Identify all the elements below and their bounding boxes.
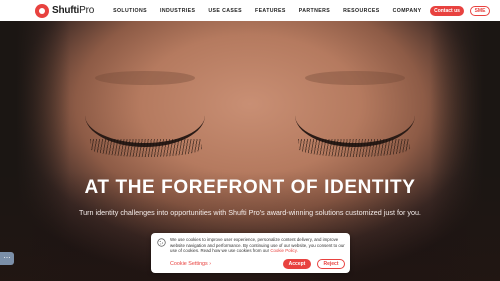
cookie-settings-link[interactable]: Cookie Settings › — [170, 261, 211, 267]
logo-brand: Shufti — [52, 5, 80, 16]
header-actions: Contact us SME — [430, 5, 490, 16]
hero-title: AT THE FOREFRONT OF IDENTITY — [84, 177, 416, 198]
chat-icon: ⋯ — [3, 255, 11, 262]
accept-button[interactable]: Accept — [283, 259, 311, 269]
logo-mark-icon — [35, 3, 49, 18]
cookie-message-text: We use cookies to improve user experienc… — [170, 237, 345, 254]
sme-button[interactable]: SME — [470, 5, 490, 16]
contact-us-button[interactable]: Contact us — [430, 5, 464, 16]
cookie-message: We use cookies to improve user experienc… — [170, 237, 346, 254]
cookie-icon — [157, 238, 166, 247]
cookie-policy-link[interactable]: Cookie Policy. — [270, 248, 298, 253]
nav-company[interactable]: COMPANY — [393, 8, 422, 14]
reject-button[interactable]: Reject — [317, 259, 345, 269]
cookie-settings-label: Cookie Settings — [170, 261, 208, 267]
cookie-banner: We use cookies to improve user experienc… — [151, 233, 350, 273]
logo[interactable]: ShuftiPro — [35, 3, 94, 18]
main-nav: SOLUTIONS INDUSTRIES USE CASES FEATURES … — [113, 8, 421, 14]
nav-partners[interactable]: PARTNERS — [299, 8, 330, 14]
logo-text: ShuftiPro — [52, 5, 94, 16]
hero-subtitle: Turn identity challenges into opportunit… — [79, 208, 421, 217]
nav-use-cases[interactable]: USE CASES — [208, 8, 242, 14]
nav-industries[interactable]: INDUSTRIES — [160, 8, 195, 14]
nav-features[interactable]: FEATURES — [255, 8, 286, 14]
nav-resources[interactable]: RESOURCES — [343, 8, 379, 14]
site-header: ShuftiPro SOLUTIONS INDUSTRIES USE CASES… — [0, 0, 500, 21]
nav-solutions[interactable]: SOLUTIONS — [113, 8, 147, 14]
logo-suffix: Pro — [79, 5, 95, 16]
chevron-right-icon: › — [209, 261, 212, 267]
chat-tab-button[interactable]: ⋯ — [0, 252, 14, 265]
